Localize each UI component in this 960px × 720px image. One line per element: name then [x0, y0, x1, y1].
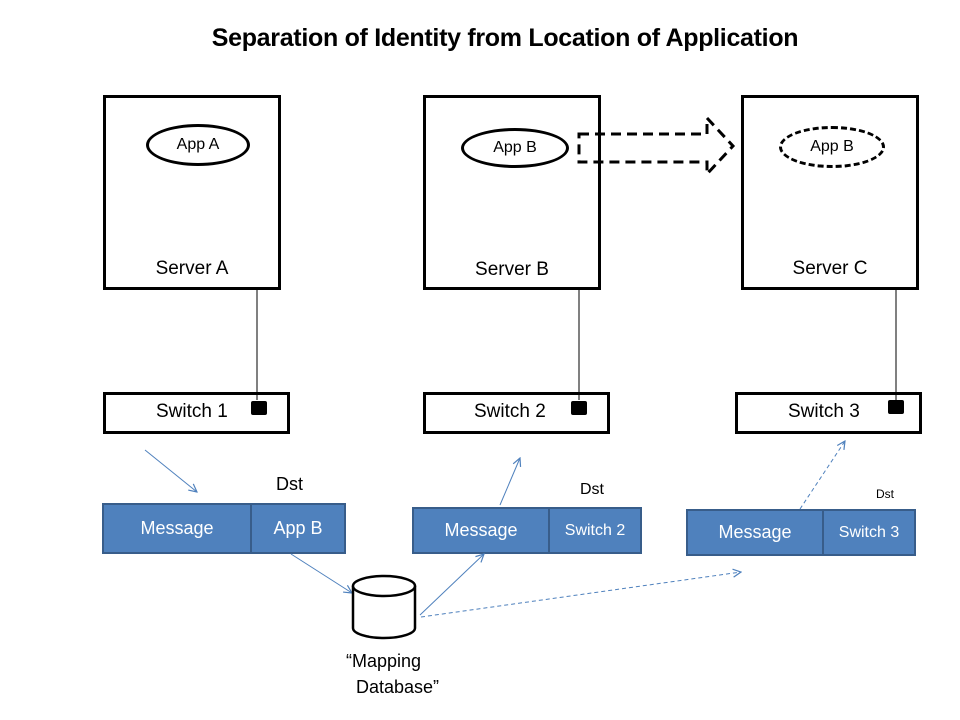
connectors-layer	[144, 114, 897, 640]
mapping-database-icon	[351, 574, 417, 640]
flow-arrow-database-to-message3	[420, 572, 741, 618]
flow-arrow-switch1-to-message	[144, 449, 197, 492]
migration-arrow	[577, 114, 736, 178]
flow-arrow-database-to-message2	[419, 554, 484, 616]
flow-arrow-message3-to-switch3	[799, 441, 845, 510]
flow-arrow-message2-to-switch2	[499, 458, 520, 506]
flow-arrow-message-to-database	[290, 553, 352, 593]
